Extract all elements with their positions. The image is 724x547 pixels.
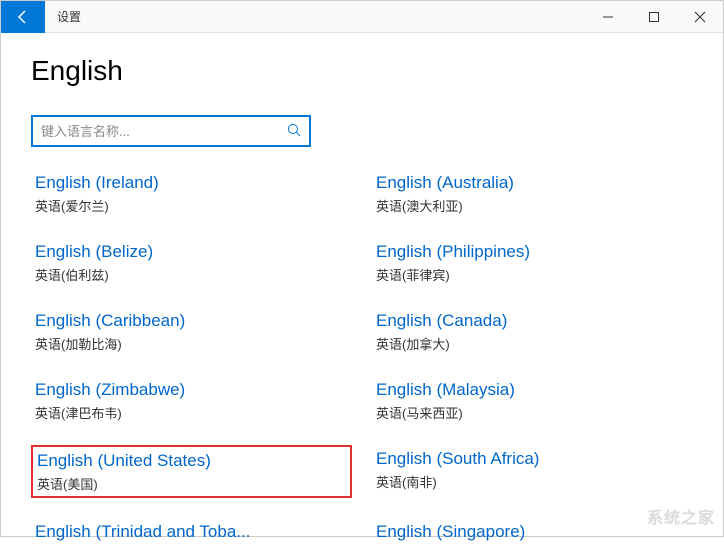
language-subtitle: 英语(美国) (37, 474, 346, 493)
language-item[interactable]: English (Belize) 英语(伯利兹) (31, 238, 352, 287)
language-subtitle: 英语(马来西亚) (376, 403, 689, 422)
language-name: English (Malaysia) (376, 379, 689, 401)
language-name: English (Zimbabwe) (35, 379, 348, 401)
language-item[interactable]: English (South Africa) 英语(南非) (372, 445, 693, 498)
language-name: English (Canada) (376, 310, 689, 332)
maximize-icon (648, 11, 660, 23)
language-name: English (United States) (37, 450, 346, 472)
language-subtitle: 英语(南非) (376, 472, 689, 491)
titlebar: 设置 (1, 1, 723, 33)
language-item[interactable]: English (Australia) 英语(澳大利亚) (372, 169, 693, 218)
close-button[interactable] (677, 1, 723, 33)
window-controls (585, 1, 723, 33)
language-subtitle: 英语(澳大利亚) (376, 196, 689, 215)
language-item[interactable]: English (Malaysia) 英语(马来西亚) (372, 376, 693, 425)
language-subtitle: 英语(津巴布韦) (35, 403, 348, 422)
minimize-button[interactable] (585, 1, 631, 33)
language-item[interactable]: English (Singapore) (372, 518, 693, 546)
arrow-left-icon (15, 9, 31, 25)
language-name: English (South Africa) (376, 448, 689, 470)
language-subtitle: 英语(加勒比海) (35, 334, 348, 353)
language-subtitle: 英语(伯利兹) (35, 265, 348, 284)
language-subtitle: 英语(菲律宾) (376, 265, 689, 284)
language-grid: English (Ireland) 英语(爱尔兰) English (Austral… (31, 169, 693, 547)
language-item[interactable]: English (Trinidad and Toba... (31, 518, 352, 546)
search-input[interactable] (41, 124, 287, 139)
language-item[interactable]: English (Philippines) 英语(菲律宾) (372, 238, 693, 287)
language-name: English (Philippines) (376, 241, 689, 263)
page-title: English (31, 55, 693, 87)
language-name: English (Caribbean) (35, 310, 348, 332)
language-subtitle: 英语(加拿大) (376, 334, 689, 353)
language-name: English (Belize) (35, 241, 348, 263)
language-subtitle: 英语(爱尔兰) (35, 196, 348, 215)
language-item[interactable]: English (Ireland) 英语(爱尔兰) (31, 169, 352, 218)
maximize-button[interactable] (631, 1, 677, 33)
search-box[interactable] (31, 115, 311, 147)
language-name: English (Singapore) (376, 521, 689, 543)
language-name: English (Ireland) (35, 172, 348, 194)
language-name: English (Australia) (376, 172, 689, 194)
language-name: English (Trinidad and Toba... (35, 521, 348, 543)
language-item[interactable]: English (Caribbean) 英语(加勒比海) (31, 307, 352, 356)
close-icon (694, 11, 706, 23)
minimize-icon (602, 11, 614, 23)
search-icon (287, 123, 301, 140)
language-item[interactable]: English (Canada) 英语(加拿大) (372, 307, 693, 356)
language-item[interactable]: English (Zimbabwe) 英语(津巴布韦) (31, 376, 352, 425)
window-title: 设置 (45, 8, 585, 25)
language-item[interactable]: English (United States) 英语(美国) (31, 445, 352, 498)
content-area: English English (Ireland)英语(爱尔兰)English … (1, 33, 723, 547)
back-button[interactable] (1, 1, 45, 33)
